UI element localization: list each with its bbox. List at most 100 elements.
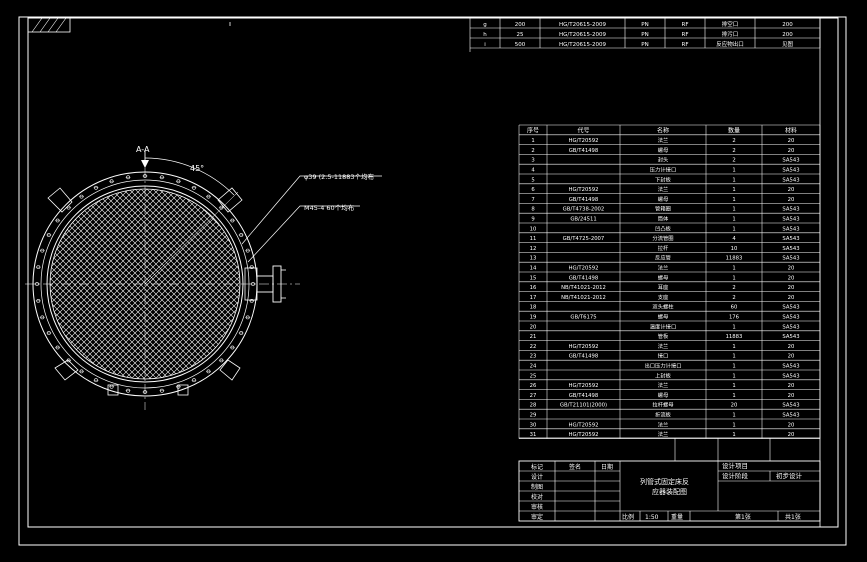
cad-viewport[interactable]: A-A 45° φ39 (2.5-11883个均布 M45-4 60个均布 g 2… [0,0,867,562]
parts-table-cell: 26 [530,383,537,389]
parts-table-cell: 封头 [658,156,669,164]
parts-table-cell: SA543 [782,158,799,164]
parts-table-cell: 法兰 [658,136,669,144]
parts-table-cell: 5 [531,177,534,183]
nozzle-table-cell: 200 [782,32,793,38]
parts-table-cell: 1 [531,138,534,144]
parts-table-cell: GB/T4738-2002 [563,207,605,213]
nozzle-table-cell: 排空口 [722,20,739,28]
parts-table-cell: SA543 [782,334,799,340]
parts-table-cell: 管板 [658,332,669,340]
parts-table-cell: SA543 [782,373,799,379]
parts-table-cell: 1 [732,177,735,183]
nozzle-table-cell: 200 [515,22,526,28]
title-col-sign: 签名 [569,463,581,471]
parts-table-cell: 螺母 [658,146,669,154]
parts-table-cell: 1 [732,413,735,419]
parts-table-cell: 9 [531,217,534,223]
parts-table-cell: 支座 [658,293,669,301]
parts-table-cell: 17 [530,295,537,301]
parts-table-cell: 1 [732,383,735,389]
parts-table-cell: 29 [530,413,537,419]
parts-table-header: 数量 [728,127,740,135]
parts-table-cell: HG/T20592 [569,266,599,272]
nozzle-table-cell: HG/T20615-2009 [559,22,607,28]
parts-table-cell: GB/24511 [570,217,596,223]
parts-table-cell: 1 [732,373,735,379]
parts-table-cell: 耳座 [658,283,669,291]
parts-table-cell: 4 [732,236,736,242]
parts-table-cell: 176 [729,315,740,321]
parts-table-cell: 上封板 [655,371,672,379]
parts-table-cell: SA543 [782,315,799,321]
parts-table-cell: HG/T20592 [569,138,599,144]
parts-table-cell: 24 [530,364,537,370]
title-row-label: 标记 [531,463,543,471]
section-label: A-A [136,145,150,154]
parts-table-cell: 拉杆 [658,244,669,252]
parts-table-cell: 20 [788,138,795,144]
title-col-date: 日期 [601,463,613,471]
parts-table-cell: HG/T20592 [569,432,599,438]
parts-table-cell: NB/T41021-2012 [561,285,606,291]
parts-table-cell: 11883 [726,334,743,340]
scale-label: 比例 [622,513,634,521]
parts-table-cell: 20 [731,403,738,409]
parts-table-cell: 1 [732,422,735,428]
parts-table-cell: 双头螺柱 [652,303,674,311]
nozzle-table-cell: PN [641,32,648,38]
parts-table-cell: 1 [732,226,735,232]
parts-table-cell: 14 [530,266,537,272]
nozzle-table-cell: g [483,22,487,28]
parts-table-cell: 20 [530,324,537,330]
title-row-label: 校对 [531,493,543,501]
stage-label: 设计阶段 [722,471,749,480]
parts-table-cell: 2 [732,295,735,301]
parts-table-cell: 16 [530,285,537,291]
parts-table-cell: 20 [788,393,795,399]
callout-holes: φ39 (2.5-11883个均布 [304,172,375,181]
parts-table-cell: 20 [788,285,795,291]
parts-table-cell: 11 [530,236,537,242]
parts-table-cell: 20 [788,422,795,428]
weight-label: 重量 [671,513,683,521]
parts-table-cell: HG/T20592 [569,187,599,193]
parts-table-cell: GB/T41498 [569,197,599,203]
parts-table-cell: 11883 [726,256,743,262]
parts-table-cell: 螺母 [658,273,669,281]
parts-table-cell: 1 [732,364,735,370]
parts-table-header: 材料 [785,127,797,135]
parts-table-cell: 10 [731,246,738,252]
parts-table-cell: 8 [531,207,535,213]
page-label: 第1张 [735,513,751,521]
cad-drawing: A-A 45° φ39 (2.5-11883个均布 M45-4 60个均布 g 2… [18,16,847,546]
title-row-label: 审定 [531,513,543,521]
nozzle-table: g 200 HG/T20615-2009 PN RF 排空口 200 h 25 HG/T20615… [469,17,821,52]
parts-table-cell: 法兰 [658,342,669,350]
parts-table-cell: SA543 [782,403,799,409]
nozzle-table-cell: 200 [782,22,793,28]
title-row-label: 设计 [531,473,543,481]
parts-table-cell: 12 [530,246,537,252]
parts-table-cell: HG/T20592 [569,383,599,389]
parts-table-cell: 1 [732,344,735,350]
lug-bottom-right [219,359,241,381]
parts-table-cell: 20 [788,354,795,360]
parts-table-cell: SA543 [782,168,799,174]
parts-table-cell: 20 [788,383,795,389]
stage-value: 初步设计 [776,471,803,480]
parts-table-cell: 凹凸板 [655,224,672,232]
parts-table-cell: NB/T41021-2012 [561,295,606,301]
corner-box [27,17,71,33]
parts-table-cell: 拉杆螺母 [652,401,673,409]
parts-table-cell: SA543 [782,364,799,370]
parts-table-cell: 压力计接口 [650,166,677,174]
parts-table-cell: GB/T4725-2007 [563,236,605,242]
parts-table-cell: 螺母 [658,195,669,203]
parts-table-cell: 13 [530,256,537,262]
parts-table-cell: 法兰 [658,185,669,193]
parts-table-cell: 1 [732,393,735,399]
scale-value: 1:50 [645,514,659,521]
parts-table-cell: 分流管圈 [652,234,673,242]
parts-table-cell: 2 [531,148,534,154]
